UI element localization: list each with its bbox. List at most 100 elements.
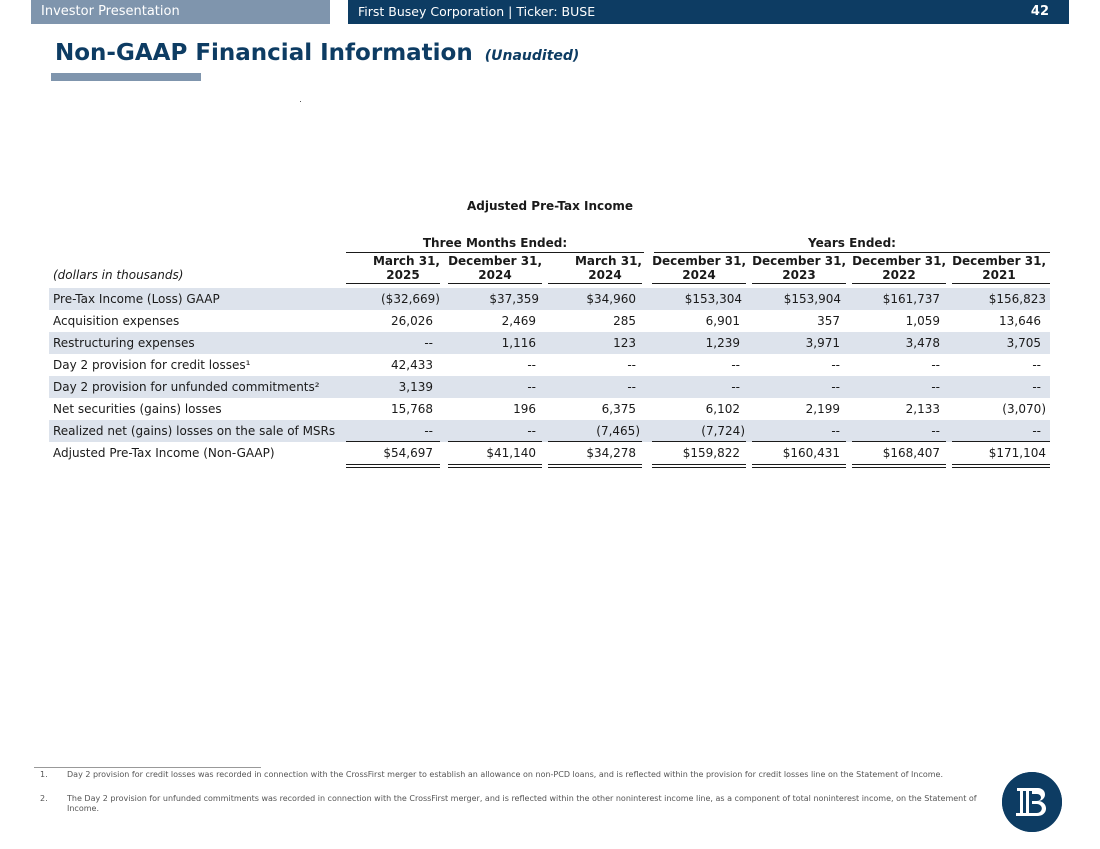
cell-value: 2,133 [905, 402, 940, 416]
cell-value: 15,768 [391, 402, 433, 416]
column-header: December 31, 2021 [952, 254, 1046, 282]
cell-value: (7,465) [596, 424, 640, 438]
cell-value: 13,646 [999, 314, 1041, 328]
column-rule [652, 283, 746, 284]
column-header-line1: December 31, [652, 254, 746, 268]
total-rule [652, 464, 746, 465]
table-row: Acquisition expenses 26,026 2,469 285 6,… [49, 310, 1050, 332]
cell-value: -- [931, 380, 940, 394]
cell-value: $37,359 [489, 292, 539, 306]
cell-value: $160,431 [782, 446, 840, 460]
row-label: Restructuring expenses [53, 336, 195, 350]
row-label: Acquisition expenses [53, 314, 180, 328]
cell-value: 6,102 [705, 402, 740, 416]
footnote: 1. Day 2 provision for credit losses was… [40, 770, 990, 780]
total-rule [548, 467, 642, 468]
cell-value: 2,199 [805, 402, 840, 416]
units-label: (dollars in thousands) [53, 268, 184, 282]
column-header: March 31, 2025 [346, 254, 440, 282]
header-company-bar: First Busey Corporation | Ticker: BUSE 4… [348, 0, 1069, 24]
column-rule [448, 283, 542, 284]
cell-value: $54,697 [383, 446, 433, 460]
column-rule [346, 283, 440, 284]
title-underline [51, 73, 201, 81]
table-row-total: Adjusted Pre-Tax Income (Non-GAAP) $54,6… [49, 442, 1050, 464]
column-header-line1: March 31, [574, 254, 642, 268]
header-section-label: Investor Presentation [31, 0, 330, 24]
column-header-line2: 2024 [682, 268, 716, 282]
table-row: Day 2 provision for unfunded commitments… [49, 376, 1050, 398]
cell-value: 1,116 [501, 336, 536, 350]
cell-value: -- [831, 424, 840, 438]
cell-value: 3,705 [1006, 336, 1041, 350]
cell-value: -- [424, 424, 433, 438]
row-label: Adjusted Pre-Tax Income (Non-GAAP) [53, 446, 275, 460]
cell-value: $159,822 [682, 446, 740, 460]
cell-value: $153,304 [684, 292, 742, 306]
total-rule [652, 467, 746, 468]
cell-value: -- [424, 336, 433, 350]
column-rule [752, 283, 846, 284]
cell-value: ($32,669) [381, 292, 440, 306]
cell-value: -- [831, 380, 840, 394]
column-header-line1: December 31, [852, 254, 946, 268]
cell-value: $168,407 [882, 446, 940, 460]
column-header: December 31, 2024 [448, 254, 542, 282]
cell-value: -- [831, 358, 840, 372]
cell-value: 2,469 [501, 314, 536, 328]
cell-value: $156,823 [988, 292, 1046, 306]
page-title-main: Non-GAAP Financial Information [55, 40, 473, 66]
table-row: Day 2 provision for credit losses¹ 42,43… [49, 354, 1050, 376]
total-rule [548, 464, 642, 465]
table-title: Adjusted Pre-Tax Income [466, 199, 634, 213]
page-number: 42 [1030, 4, 1049, 19]
cell-value: -- [527, 380, 536, 394]
cell-value: -- [1032, 358, 1041, 372]
row-label: Realized net (gains) losses on the sale … [53, 424, 336, 438]
total-rule [852, 464, 946, 465]
total-rule [448, 464, 542, 465]
cell-value: 6,901 [705, 314, 740, 328]
total-rule [448, 467, 542, 468]
table-row: Net securities (gains) losses 15,768 196… [49, 398, 1050, 420]
column-rule [952, 283, 1050, 284]
group-header-years: Years Ended: [654, 237, 1050, 253]
stray-dot [300, 101, 301, 102]
cell-value: -- [1032, 380, 1041, 394]
cell-value: -- [931, 358, 940, 372]
total-rule [952, 464, 1050, 465]
page-title-subtitle: (Unaudited) [484, 48, 580, 64]
total-rule [852, 467, 946, 468]
column-header: March 31, 2024 [548, 254, 642, 282]
header-company-ticker: First Busey Corporation | Ticker: BUSE [358, 4, 596, 19]
column-header: December 31, 2023 [752, 254, 846, 282]
total-rule [952, 467, 1050, 468]
cell-value: -- [731, 358, 740, 372]
cell-value: -- [527, 424, 536, 438]
row-label: Pre-Tax Income (Loss) GAAP [53, 292, 220, 306]
column-header-line2: 2022 [882, 268, 916, 282]
total-rule [752, 464, 846, 465]
cell-value: (7,724) [701, 424, 745, 438]
total-rule [346, 464, 440, 465]
table-row: Restructuring expenses -- 1,116 123 1,23… [49, 332, 1050, 354]
row-label: Day 2 provision for credit losses¹ [53, 358, 251, 372]
row-label: Net securities (gains) losses [53, 402, 222, 416]
cell-value: $171,104 [988, 446, 1046, 460]
footnote-number: 2. [40, 794, 48, 803]
cell-value: -- [527, 358, 536, 372]
row-label: Day 2 provision for unfunded commitments… [53, 380, 320, 394]
column-header: December 31, 2024 [652, 254, 746, 282]
page-title: Non-GAAP Financial Information (Unaudite… [55, 40, 579, 66]
footnote: 2. The Day 2 provision for unfunded comm… [40, 794, 990, 814]
cell-value: 123 [613, 336, 636, 350]
cell-value: 3,139 [398, 380, 433, 394]
cell-value: $34,278 [586, 446, 636, 460]
total-rule [346, 467, 440, 468]
cell-value: (3,070) [1002, 402, 1046, 416]
footnote-number: 1. [40, 770, 48, 779]
cell-value: $153,904 [783, 292, 841, 306]
cell-value: -- [731, 380, 740, 394]
footnote-text: The Day 2 provision for unfunded commitm… [67, 794, 977, 813]
cell-value: 196 [513, 402, 536, 416]
